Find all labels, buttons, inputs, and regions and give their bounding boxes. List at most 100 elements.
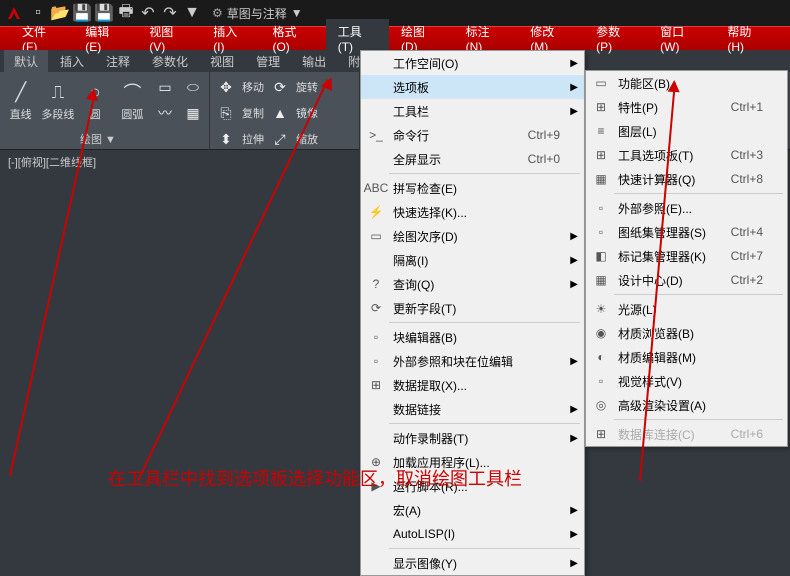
menu-item-label: 更新字段(T) xyxy=(393,300,560,317)
menu-item[interactable]: ⊞工具选项板(T)Ctrl+3 xyxy=(586,143,787,167)
menu-item[interactable]: ▭ 绘图次序(D) ▶ xyxy=(361,224,584,248)
menu-item-icon: ◎ xyxy=(590,395,612,415)
menu-item-label: 命令行 xyxy=(393,127,508,144)
menu-window[interactable]: 窗口(W) xyxy=(648,19,715,58)
menu-item-icon xyxy=(365,53,387,73)
menu-item-icon: ⊞ xyxy=(590,424,612,444)
tab-insert[interactable]: 插入 xyxy=(50,50,94,73)
menu-item[interactable]: AutoLISP(I)▶ xyxy=(361,522,584,546)
menu-item[interactable]: ⊞特性(P)Ctrl+1 xyxy=(586,95,787,119)
tab-output[interactable]: 输出 xyxy=(292,50,336,73)
stretch-icon[interactable]: ⬍ xyxy=(214,127,238,151)
menu-item[interactable]: ⚡快速选择(K)... xyxy=(361,200,584,224)
menu-item-label: 动作录制器(T) xyxy=(393,430,560,447)
rotate-icon[interactable]: ⟳ xyxy=(268,75,292,99)
menu-item-icon: ⚡ xyxy=(365,202,387,222)
submenu-arrow-icon: ▶ xyxy=(570,231,578,242)
arc-button[interactable]: ⌒圆弧 xyxy=(116,74,149,126)
menu-item[interactable]: ▫ 视觉样式(V) xyxy=(586,369,787,393)
line-icon: ╱ xyxy=(15,78,26,106)
menu-item-icon: ⊞ xyxy=(590,145,612,165)
menu-item[interactable]: 隔离(I)▶ xyxy=(361,248,584,272)
menu-item[interactable]: ▦设计中心(D)Ctrl+2 xyxy=(586,268,787,292)
menu-item[interactable]: ◉材质浏览器(B) xyxy=(586,321,787,345)
submenu-arrow-icon: ▶ xyxy=(570,433,578,444)
menu-item-label: 标记集管理器(K) xyxy=(618,248,711,265)
tab-manage[interactable]: 管理 xyxy=(246,50,290,73)
menu-separator xyxy=(614,193,783,194)
menu-item-label: 光源(L) xyxy=(618,301,763,318)
polyline-button[interactable]: ⎍多段线 xyxy=(41,74,74,126)
menu-item-label: 视觉样式(V) xyxy=(618,373,763,390)
menu-item-label: 功能区(B) xyxy=(618,75,763,92)
menu-item-label: 绘图次序(D) xyxy=(393,228,560,245)
menu-item[interactable]: ▫图纸集管理器(S)Ctrl+4 xyxy=(586,220,787,244)
menu-item[interactable]: ?查询(Q)▶ xyxy=(361,272,584,296)
move-icon[interactable]: ✥ xyxy=(214,75,238,99)
menu-help[interactable]: 帮助(H) xyxy=(715,19,780,58)
submenu-arrow-icon: ▶ xyxy=(570,558,578,569)
menu-item-label: 隔离(I) xyxy=(393,252,560,269)
menu-item-label: 外部参照(E)... xyxy=(618,200,763,217)
menu-item[interactable]: 工作空间(O)▶ xyxy=(361,51,584,75)
menu-item-icon: ⊞ xyxy=(365,375,387,395)
menu-item[interactable]: ≡图层(L) xyxy=(586,119,787,143)
menu-item-icon: ⟳ xyxy=(365,298,387,318)
menu-item[interactable]: 动作录制器(T) ▶ xyxy=(361,426,584,450)
menu-item[interactable]: ▫块编辑器(B) xyxy=(361,325,584,349)
scale-icon[interactable]: ⤢ xyxy=(268,127,292,151)
menu-item-icon: ◧ xyxy=(590,246,612,266)
mirror-icon[interactable]: ▲ xyxy=(268,101,292,125)
menu-separator xyxy=(614,294,783,295)
menu-item-shortcut: Ctrl+7 xyxy=(731,249,763,263)
menu-item[interactable]: 全屏显示Ctrl+0 xyxy=(361,147,584,171)
tab-parametric[interactable]: 参数化 xyxy=(142,50,198,73)
ellipse-icon[interactable]: ⬭ xyxy=(181,75,205,99)
spline-icon[interactable]: 〰 xyxy=(153,101,177,125)
menu-param[interactable]: 参数(P) xyxy=(584,19,648,58)
menu-item[interactable]: ▦快速计算器(Q)Ctrl+8 xyxy=(586,167,787,191)
hatch-icon[interactable]: ▦ xyxy=(181,101,205,125)
copy-icon[interactable]: ⎘ xyxy=(214,101,238,125)
line-button[interactable]: ╱直线 xyxy=(4,74,37,126)
menu-item[interactable]: 显示图像(Y)▶ xyxy=(361,551,584,575)
menu-item[interactable]: ◐材质编辑器(M) xyxy=(586,345,787,369)
menu-item-icon: ABC xyxy=(365,178,387,198)
menu-item[interactable]: ⊞数据提取(X)... xyxy=(361,373,584,397)
tools-menu: 工作空间(O)▶选项板▶工具栏▶>_命令行Ctrl+9全屏显示Ctrl+0ABC… xyxy=(360,50,585,576)
menu-item-icon: ◉ xyxy=(590,323,612,343)
menu-item[interactable]: ▫外部参照和块在位编辑▶ xyxy=(361,349,584,373)
menu-item[interactable]: 工具栏▶ xyxy=(361,99,584,123)
menu-item[interactable]: 数据链接▶ xyxy=(361,397,584,421)
menu-item[interactable]: 选项板 ▶ xyxy=(361,75,584,99)
menu-item-label: 拼写检查(E) xyxy=(393,180,560,197)
menu-item-shortcut: Ctrl+2 xyxy=(731,273,763,287)
menu-item-shortcut: Ctrl+9 xyxy=(528,128,560,142)
menu-item-label: 工具选项板(T) xyxy=(618,147,711,164)
submenu-arrow-icon: ▶ xyxy=(570,404,578,415)
menu-item-label: 块编辑器(B) xyxy=(393,329,560,346)
menu-item-icon xyxy=(365,77,387,97)
menu-item[interactable]: >_命令行Ctrl+9 xyxy=(361,123,584,147)
menu-item-label: 图层(L) xyxy=(618,123,763,140)
menu-item-label: 选项板 xyxy=(393,79,560,96)
submenu-arrow-icon: ▶ xyxy=(570,82,578,93)
menu-item-icon: ▫ xyxy=(590,371,612,391)
annotation-arrowhead xyxy=(668,80,681,93)
menu-item[interactable]: ▫外部参照(E)... xyxy=(586,196,787,220)
menu-item[interactable]: ABC 拼写检查(E) xyxy=(361,176,584,200)
menu-item[interactable]: ▭功能区(B) xyxy=(586,71,787,95)
menu-item-icon: ▭ xyxy=(365,226,387,246)
menu-item[interactable]: ◧ 标记集管理器(K) Ctrl+7 xyxy=(586,244,787,268)
menu-item[interactable]: ⟳ 更新字段(T) xyxy=(361,296,584,320)
tab-annotate[interactable]: 注释 xyxy=(96,50,140,73)
menu-item[interactable]: 宏(A)▶ xyxy=(361,498,584,522)
tab-view[interactable]: 视图 xyxy=(200,50,244,73)
menu-item-icon: ☀ xyxy=(590,299,612,319)
tab-default[interactable]: 默认 xyxy=(4,50,48,73)
menu-item[interactable]: ☀ 光源(L) xyxy=(586,297,787,321)
menu-item-icon xyxy=(365,149,387,169)
menu-item-icon: ▦ xyxy=(590,169,612,189)
menu-item[interactable]: ◎高级渲染设置(A) xyxy=(586,393,787,417)
rect-icon[interactable]: ▭ xyxy=(153,75,177,99)
